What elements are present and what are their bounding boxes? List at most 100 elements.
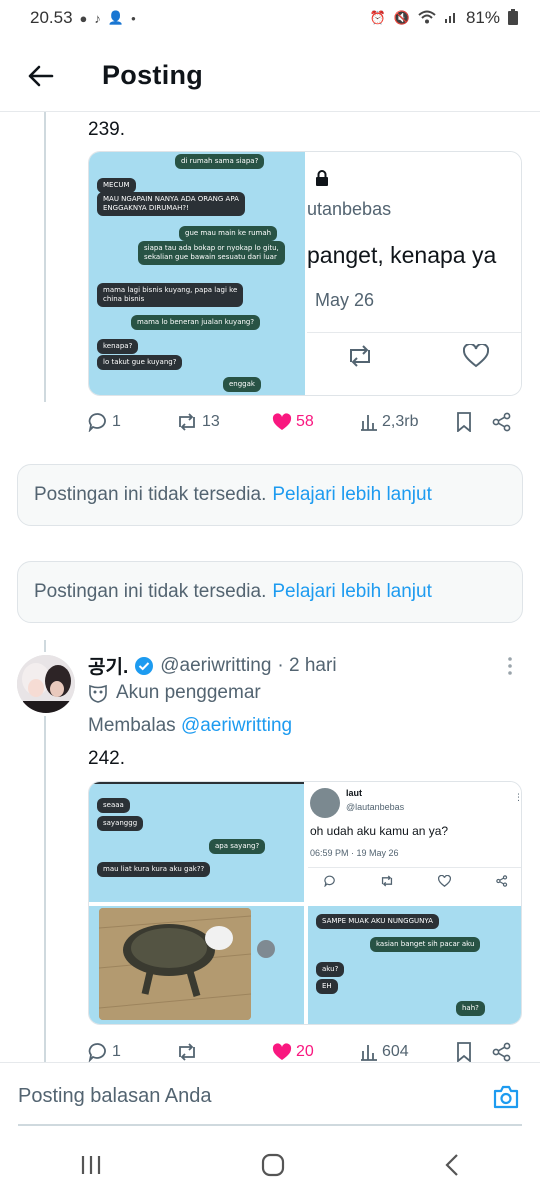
share-icon — [496, 875, 508, 887]
reply-button[interactable]: 1 — [88, 1042, 176, 1062]
quoted-post-screenshot[interactable]: utanbebas panget, kenapa ya May 26 — [307, 152, 521, 395]
account-label: Akun penggemar — [88, 682, 261, 704]
reply-composer[interactable]: Posting balasan Anda — [0, 1062, 540, 1130]
reply-input[interactable]: Posting balasan Anda — [18, 1085, 212, 1108]
like-count: 20 — [296, 1043, 314, 1060]
unavailable-notice: Postingan ini tidak tersedia. Pelajari l… — [17, 561, 523, 623]
author-handle[interactable]: @aeriwritting — [160, 655, 271, 677]
view-count: 604 — [382, 1043, 409, 1060]
chat-bubble: di rumah sama siapa? — [175, 154, 265, 169]
arrow-left-icon — [28, 65, 54, 86]
system-back-button[interactable] — [443, 1153, 461, 1182]
divider — [308, 867, 521, 868]
post-text: 239. — [88, 119, 125, 140]
alarm-icon: ⏰ — [369, 10, 386, 25]
like-button[interactable]: 58 — [272, 413, 360, 431]
views-chart-icon — [361, 1045, 377, 1061]
verified-badge-icon — [135, 656, 154, 675]
post-author-row: 공기. @aeriwritting · 2 hari — [88, 652, 337, 679]
thread-line — [44, 112, 46, 402]
chat-bubble: aku? — [316, 962, 345, 977]
avatar[interactable] — [17, 655, 75, 713]
home-button[interactable] — [260, 1152, 286, 1183]
author-name[interactable]: 공기. — [88, 652, 128, 679]
signal-icon — [444, 10, 458, 27]
bookmark-button[interactable] — [456, 412, 492, 432]
comment-icon — [88, 413, 106, 432]
unavailable-notice: Postingan ini tidak tersedia. Pelajari l… — [17, 464, 523, 526]
recent-apps-button[interactable] — [79, 1154, 103, 1181]
quoted-date: 06:59 PM · 19 May 26 — [310, 848, 399, 858]
chat-bubble: hah? — [456, 1001, 485, 1016]
chat-screenshot[interactable]: di rumah sama siapa? MECUM MAU NGAPAIN N… — [89, 152, 305, 395]
messenger-icon: ● — [79, 10, 88, 26]
repost-icon — [350, 345, 370, 367]
repost-icon — [179, 1043, 195, 1061]
chat-bubble: EH — [316, 979, 338, 994]
chat-bubble: mama lagi bisnis kuyang, papa lagi ke ch… — [97, 283, 244, 307]
chevron-left-icon — [445, 1154, 459, 1176]
views-button[interactable]: 604 — [360, 1043, 456, 1061]
status-bar: 20.53 ● ♪ 👤 • ⏰ 🔇 81% — [0, 0, 540, 36]
tiktok-icon: ♪ — [94, 10, 101, 26]
like-button[interactable]: 20 — [272, 1043, 360, 1061]
recent-apps-icon — [81, 1156, 100, 1174]
post-time: · 2 hari — [277, 654, 337, 676]
share-forward-icon[interactable] — [257, 940, 275, 958]
replying-to-prefix: Membalas — [88, 715, 176, 736]
turtle-photo-screenshot[interactable] — [89, 906, 304, 1024]
chat-bubble: kenapa? — [97, 339, 139, 354]
share-button[interactable] — [492, 412, 512, 432]
quoted-name: laut — [346, 788, 363, 798]
chat-bubble: mau liat kura kura aku gak?? — [97, 862, 211, 877]
heart-filled-icon — [272, 1043, 292, 1060]
chat-screenshot[interactable]: seaaa sayanggg apa sayang? mau liat kura… — [89, 782, 304, 902]
like-count: 58 — [296, 413, 314, 430]
quoted-handle: @lautanbebas — [346, 802, 405, 812]
view-count: 2,3rb — [382, 413, 419, 430]
post-actions: 1 13 58 2,3rb — [88, 406, 516, 438]
dot-icon: • — [131, 10, 136, 26]
thread-line — [44, 716, 46, 1062]
share-button[interactable] — [492, 1042, 512, 1062]
bookmark-button[interactable] — [456, 1042, 492, 1062]
views-chart-icon — [361, 415, 377, 431]
home-icon — [261, 1153, 285, 1177]
heart-filled-icon — [272, 413, 292, 430]
page-title: Posting — [102, 60, 204, 90]
quoted-post-screenshot[interactable]: laut @lautanbebas ⋮ oh udah aku kamu an … — [308, 782, 521, 902]
learn-more-link[interactable]: Pelajari lebih lanjut — [272, 484, 432, 506]
status-time: 20.53 — [30, 8, 73, 27]
repost-icon — [179, 413, 195, 431]
divider — [307, 332, 521, 333]
reply-button[interactable]: 1 — [88, 412, 176, 432]
post-media-grid[interactable]: seaaa sayanggg apa sayang? mau liat kura… — [88, 781, 522, 1025]
heart-icon — [463, 344, 489, 368]
post-media[interactable]: di rumah sama siapa? MECUM MAU NGAPAIN N… — [88, 151, 522, 396]
quoted-avatar — [310, 788, 340, 818]
chat-bubble: MAU NGAPAIN NANYA ADA ORANG APA ENGGAKNY… — [97, 192, 245, 216]
views-button[interactable]: 2,3rb — [360, 413, 456, 431]
quoted-date: May 26 — [315, 290, 375, 310]
replying-to-handle[interactable]: @aeriwritting — [181, 715, 292, 736]
repost-button[interactable]: 13 — [176, 413, 272, 431]
person-add-icon: 👤 — [107, 10, 125, 25]
back-button[interactable] — [10, 46, 70, 106]
app-header: Posting — [0, 40, 540, 112]
chat-bubble: lo takut gue kuyang? — [97, 355, 183, 370]
account-label-text: Akun penggemar — [116, 682, 261, 703]
quoted-handle: utanbebas — [307, 199, 392, 219]
chat-bubble: gue mau main ke rumah — [179, 226, 278, 241]
turtle-photo — [99, 908, 251, 1020]
divider — [89, 782, 304, 784]
repost-icon — [381, 875, 393, 887]
more-options-button[interactable] — [500, 656, 520, 676]
replying-to: Membalas @aeriwritting — [88, 715, 292, 737]
bookmark-icon — [457, 412, 471, 432]
learn-more-link[interactable]: Pelajari lebih lanjut — [272, 581, 432, 603]
battery-percent: 81% — [465, 8, 500, 27]
reply-count: 1 — [112, 413, 121, 430]
chat-screenshot[interactable]: SAMPE MUAK AKU NUNGGUNYA kasian banget s… — [308, 906, 521, 1024]
repost-button[interactable] — [176, 1043, 272, 1061]
camera-icon[interactable] — [492, 1085, 520, 1109]
